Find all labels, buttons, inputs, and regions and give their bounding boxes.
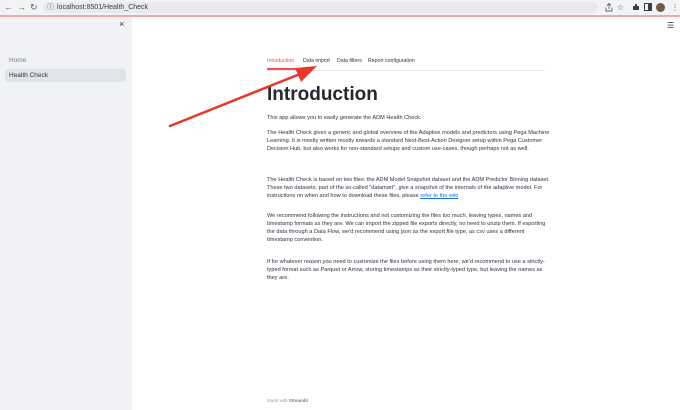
annotation-arrow-head [295, 66, 317, 82]
annotation-arrow-shaft [168, 72, 302, 128]
annotation-arrow [168, 66, 317, 128]
